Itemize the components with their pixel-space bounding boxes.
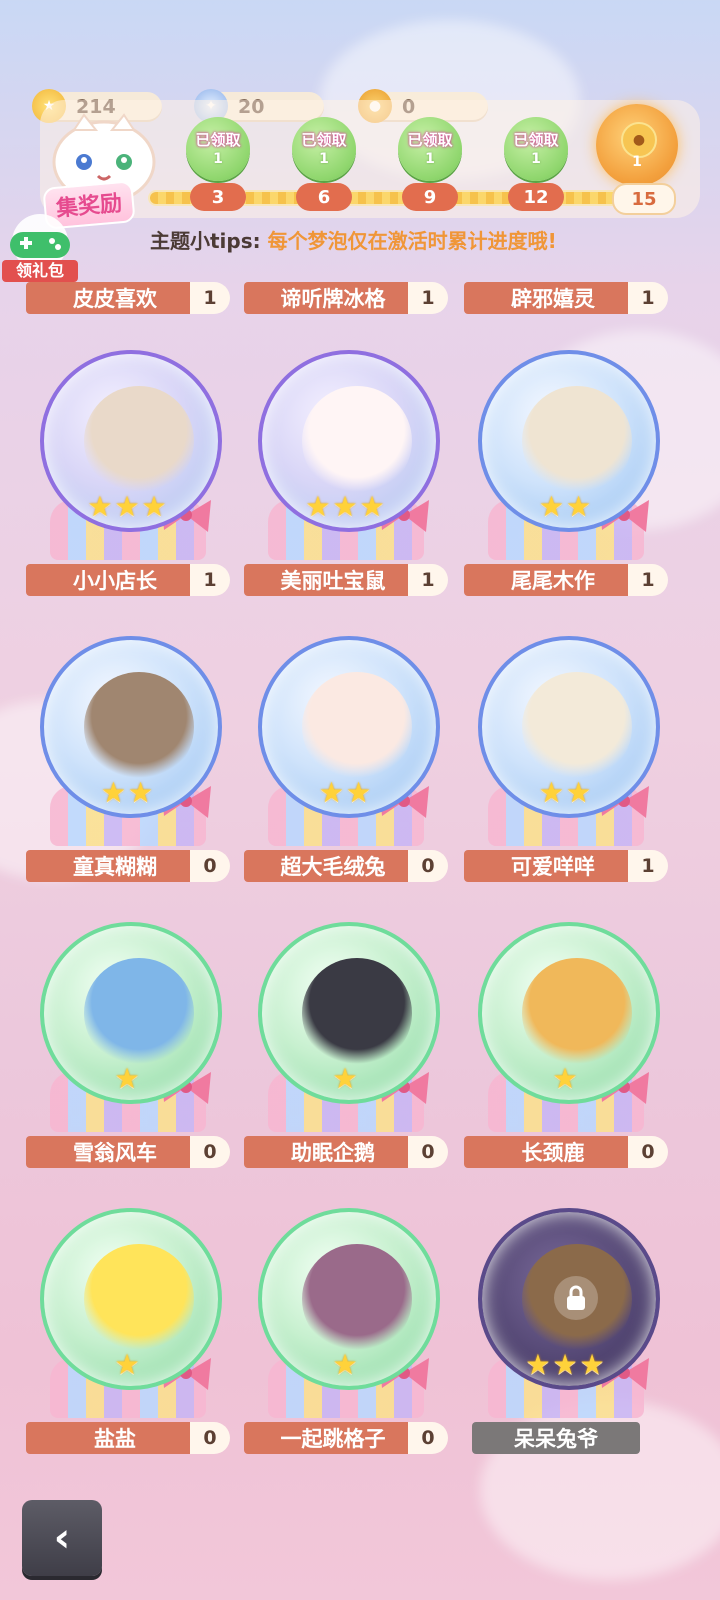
card-name: 超大毛绒兔	[244, 850, 422, 882]
star-rating: ★	[332, 1348, 360, 1381]
reward-amount: 1	[213, 151, 223, 167]
gift-pack-label: 领礼包	[2, 260, 78, 282]
collection-card[interactable]: ★★ 童真糊糊 0	[26, 636, 230, 896]
card-count: 0	[190, 850, 230, 882]
milestone-reward-15[interactable]: ● 1	[596, 104, 678, 186]
claimed-label: 已领取	[513, 131, 559, 149]
card-name: 皮皮喜欢	[26, 282, 204, 314]
character-art	[84, 958, 194, 1068]
collection-card[interactable]: ★ 长颈鹿 0	[464, 922, 668, 1182]
card-name: 尾尾木作	[464, 564, 642, 596]
collection-card-partial[interactable]: 谛听牌冰格 1	[244, 282, 448, 316]
reward-amount: 1	[425, 151, 435, 167]
milestone-reward-9[interactable]: 已领取 1	[398, 117, 462, 181]
card-count: 1	[190, 564, 230, 596]
milestone-count-9: 9	[402, 183, 458, 211]
star-rating: ★★★	[525, 1348, 607, 1381]
milestone-count-12: 12	[508, 183, 564, 211]
claimed-label: 已领取	[301, 131, 347, 149]
collection-card[interactable]: ★★★ 呆呆兔爷	[464, 1208, 668, 1468]
claimed-label: 已领取	[195, 131, 241, 149]
character-art	[522, 386, 632, 496]
reward-amount: 1	[531, 151, 541, 167]
lock-icon	[554, 1276, 598, 1320]
milestone-count-15: 15	[612, 183, 676, 215]
card-count: 0	[408, 850, 448, 882]
collection-card-partial[interactable]: 皮皮喜欢 1	[26, 282, 230, 316]
milestone-reward-3[interactable]: 已领取 1	[186, 117, 250, 181]
star-rating: ★★★	[305, 490, 387, 523]
card-name: 美丽吐宝鼠	[244, 564, 422, 596]
card-name: 辟邪嬉灵	[464, 282, 642, 314]
star-rating: ★	[114, 1348, 142, 1381]
star-rating: ★	[552, 1062, 580, 1095]
character-art	[302, 672, 412, 782]
back-button[interactable]: ‹	[22, 1500, 102, 1576]
collection-card[interactable]: ★ 盐盐 0	[26, 1208, 230, 1468]
star-rating: ★	[332, 1062, 360, 1095]
star-rating: ★★	[100, 776, 156, 809]
character-art	[84, 1244, 194, 1354]
star-rating: ★	[114, 1062, 142, 1095]
reward-amount: 1	[632, 154, 642, 170]
card-count: 1	[408, 564, 448, 596]
tips-prefix: 主题小tips:	[150, 229, 261, 253]
collection-card[interactable]: ★★ 超大毛绒兔 0	[244, 636, 448, 896]
gold-coin-icon: ●	[621, 122, 657, 158]
gift-pack-button[interactable]: 领礼包	[0, 212, 80, 284]
card-name: 助眠企鹅	[244, 1136, 422, 1168]
milestone-count-3: 3	[190, 183, 246, 211]
claimed-label: 已领取	[407, 131, 453, 149]
collection-card[interactable]: ★ 助眠企鹅 0	[244, 922, 448, 1182]
card-name: 长颈鹿	[464, 1136, 642, 1168]
character-art	[302, 1244, 412, 1354]
card-name: 一起跳格子	[244, 1422, 422, 1454]
collection-card[interactable]: ★ 一起跳格子 0	[244, 1208, 448, 1468]
card-name: 盐盐	[26, 1422, 204, 1454]
card-count: 1	[628, 564, 668, 596]
theme-tips: 主题小tips: 每个梦泡仅在激活时累计进度哦!	[150, 225, 557, 254]
card-name: 可爱咩咩	[464, 850, 642, 882]
back-arrow-icon: ‹	[53, 1515, 71, 1561]
character-art	[302, 958, 412, 1068]
character-art	[522, 672, 632, 782]
card-count: 1	[628, 282, 668, 314]
character-art	[522, 958, 632, 1068]
card-count: 0	[190, 1136, 230, 1168]
star-rating: ★★★	[87, 490, 169, 523]
star-rating: ★★	[538, 490, 594, 523]
card-count: 0	[408, 1136, 448, 1168]
collection-card-partial[interactable]: 辟邪嬉灵 1	[464, 282, 668, 316]
card-count: 0	[628, 1136, 668, 1168]
star-rating: ★★	[318, 776, 374, 809]
collection-card[interactable]: ★★ 可爱咩咩 1	[464, 636, 668, 896]
card-count: 1	[408, 282, 448, 314]
card-name: 谛听牌冰格	[244, 282, 422, 314]
character-art	[84, 672, 194, 782]
collection-card[interactable]: ★★★ 小小店长 1	[26, 350, 230, 610]
card-count: 0	[190, 1422, 230, 1454]
reward-amount: 1	[319, 151, 329, 167]
milestone-reward-12[interactable]: 已领取 1	[504, 117, 568, 181]
milestone-count-6: 6	[296, 183, 352, 211]
milestone-reward-6[interactable]: 已领取 1	[292, 117, 356, 181]
card-name: 小小店长	[26, 564, 204, 596]
collection-card[interactable]: ★★ 尾尾木作 1	[464, 350, 668, 610]
collection-card[interactable]: ★ 雪翁风车 0	[26, 922, 230, 1182]
card-name: 雪翁风车	[26, 1136, 204, 1168]
collection-card[interactable]: ★★★ 美丽吐宝鼠 1	[244, 350, 448, 610]
card-name: 呆呆兔爷	[472, 1422, 640, 1454]
character-art	[84, 386, 194, 496]
card-name: 童真糊糊	[26, 850, 204, 882]
star-rating: ★★	[538, 776, 594, 809]
tips-text: 每个梦泡仅在激活时累计进度哦!	[267, 229, 557, 253]
card-count: 1	[190, 282, 230, 314]
card-count: 1	[628, 850, 668, 882]
card-count: 0	[408, 1422, 448, 1454]
character-art	[302, 386, 412, 496]
